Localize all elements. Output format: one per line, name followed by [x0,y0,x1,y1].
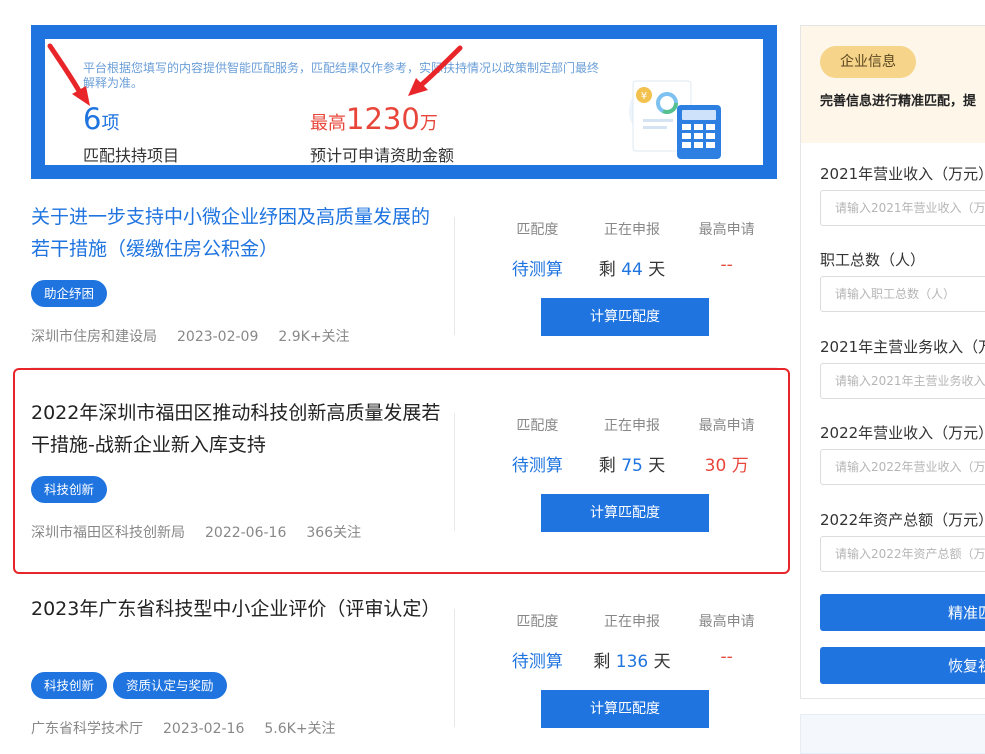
policy-followers: 366关注 [306,525,362,541]
match-summary-banner: 平台根据您填写的内容提供智能匹配服务，匹配结果仅作参考，实际扶持情况以政策制定部… [31,25,777,179]
remain-days-cell: 剩 75 天 [585,451,680,476]
panel-header: 企业信息 完善信息进行精准匹配，提 [801,26,985,143]
policy-title-link[interactable]: 2023年广东省科技型中小企业评价（评审认定） [31,593,441,625]
tag-list: 科技创新 [31,476,113,503]
policy-meta: 深圳市福田区科技创新局 2022-06-16 366关注 [31,522,381,542]
header-match: 匹配度 [516,222,559,238]
stats-header: 匹配度 正在申报 最高申请 [490,415,774,435]
panel-tip: 完善信息进行精准匹配，提 [820,94,977,109]
reset-button[interactable]: 恢复初始 [820,647,985,684]
header-applying: 正在申报 [604,614,660,630]
matched-count-unit: 项 [101,113,120,134]
funding-unit: 万 [419,113,438,134]
max-amount: -- [720,255,733,275]
calculate-match-button[interactable]: 计算匹配度 [541,494,709,532]
header-max-apply: 最高申请 [698,222,755,238]
field-label-main-revenue-2021: 2021年主营业务收入（万元） [820,338,985,356]
employees-input[interactable] [820,276,985,312]
max-amount-cell: 30 万 [679,451,774,476]
banner-disclaimer: 平台根据您填写的内容提供智能匹配服务，匹配结果仅作参考，实际扶持情况以政策制定部… [83,61,600,90]
policy-department: 广东省科学技术厅 [31,721,143,737]
remain-days: 136 [615,652,649,672]
svg-text:¥: ¥ [641,91,647,102]
column-divider [454,413,455,531]
company-info-tab[interactable]: 企业信息 [820,46,916,78]
stats-header: 匹配度 正在申报 最高申请 [490,611,774,631]
policy-title-link[interactable]: 关于进一步支持中小微企业纾困及高质量发展的若干措施（缓缴住房公积金） [31,201,441,265]
match-value: 待测算 [511,260,563,280]
stats-values: 待测算 剩 136 天 -- [490,647,774,672]
policy-tag[interactable]: 科技创新 [31,476,108,503]
match-value: 待测算 [511,652,563,672]
remain-unit: 天 [653,652,671,672]
remain-days: 75 [621,456,643,476]
list-item[interactable]: 2023年广东省科技型中小企业评价（评审认定） 科技创新 资质认定与奖励 广东省科… [31,593,777,743]
policy-followers: 2.9K+关注 [278,329,350,345]
header-applying: 正在申报 [604,418,660,434]
remain-unit: 天 [648,260,666,280]
stats-values: 待测算 剩 75 天 30 万 [490,451,774,476]
remain-days-cell: 剩 136 天 [585,647,680,672]
field-label-revenue-2022: 2022年营业收入（万元） [820,424,985,442]
calculator-illustration-icon: ¥ [629,80,721,159]
header-match: 匹配度 [516,418,559,434]
max-amount: 30 [704,456,727,476]
main-revenue-2021-input[interactable] [820,363,985,399]
funding-prefix: 最高 [310,113,346,134]
revenue-2022-input[interactable] [820,449,985,485]
matched-count: 6 [83,102,102,136]
stats-values: 待测算 剩 44 天 -- [490,255,774,280]
remain-prefix: 剩 [593,652,611,672]
policy-date: 2023-02-16 [163,721,245,737]
policy-date: 2023-02-09 [177,329,259,345]
policy-date: 2022-06-16 [205,525,287,541]
policy-title-link[interactable]: 2022年深圳市福田区推动科技创新高质量发展若干措施-战新企业新入库支持 [31,397,441,461]
header-match: 匹配度 [516,614,559,630]
policy-tag[interactable]: 助企纾困 [31,280,108,307]
funding-amount: 1230 [346,102,420,136]
assets-2022-input[interactable] [820,536,985,572]
field-label-revenue-2021: 2021年营业收入（万元） [820,165,985,183]
column-divider [454,217,455,335]
header-max-apply: 最高申请 [698,614,755,630]
company-info-panel: 企业信息 完善信息进行精准匹配，提 2021年营业收入（万元） 职工总数（人） … [800,25,985,699]
matched-count-caption: 匹配扶持项目 [83,146,180,165]
max-amount-cell: -- [679,647,774,672]
remain-days-cell: 剩 44 天 [585,255,680,280]
policy-tag[interactable]: 资质认定与奖励 [113,672,227,699]
remain-unit: 天 [648,456,666,476]
policy-followers: 5.6K+关注 [264,721,336,737]
list-item[interactable]: 关于进一步支持中小微企业纾困及高质量发展的若干措施（缓缴住房公积金） 助企纾困 … [31,201,777,351]
header-max-apply: 最高申请 [698,418,755,434]
policy-department: 深圳市福田区科技创新局 [31,525,185,541]
stats-header: 匹配度 正在申报 最高申请 [490,219,774,239]
policy-department: 深圳市住房和建设局 [31,329,157,345]
remain-prefix: 剩 [598,456,616,476]
banner-content: 平台根据您填写的内容提供智能匹配服务，匹配结果仅作参考，实际扶持情况以政策制定部… [45,39,763,165]
remain-prefix: 剩 [598,260,616,280]
field-label-assets-2022: 2022年资产总额（万元） [820,511,985,529]
funding-caption: 预计可申请资助金额 [310,146,455,165]
tag-list: 助企纾困 [31,280,113,307]
match-value: 待测算 [511,456,563,476]
remain-days: 44 [621,260,643,280]
max-amount-cell: -- [679,255,774,280]
calculate-match-button[interactable]: 计算匹配度 [541,690,709,728]
policy-tag[interactable]: 科技创新 [31,672,108,699]
column-divider [454,609,455,727]
field-label-employees: 职工总数（人） [820,251,926,269]
policy-meta: 深圳市住房和建设局 2023-02-09 2.9K+关注 [31,326,370,346]
policy-meta: 广东省科学技术厅 2023-02-16 5.6K+关注 [31,718,356,738]
secondary-panel [800,714,985,754]
calculate-match-button[interactable]: 计算匹配度 [541,298,709,336]
list-item[interactable]: 2022年深圳市福田区推动科技创新高质量发展若干措施-战新企业新入库支持 科技创… [31,397,777,547]
revenue-2021-input[interactable] [820,190,985,226]
tag-list: 科技创新 资质认定与奖励 [31,672,233,699]
funding-amount-stat: 最高1230万 预计可申请资助金额 [310,103,454,166]
max-unit: 万 [731,456,749,476]
matched-projects-stat: 6项 匹配扶持项目 [83,103,179,166]
header-applying: 正在申报 [604,222,660,238]
precise-match-button[interactable]: 精准匹配 [820,594,985,631]
max-amount: -- [720,647,733,667]
